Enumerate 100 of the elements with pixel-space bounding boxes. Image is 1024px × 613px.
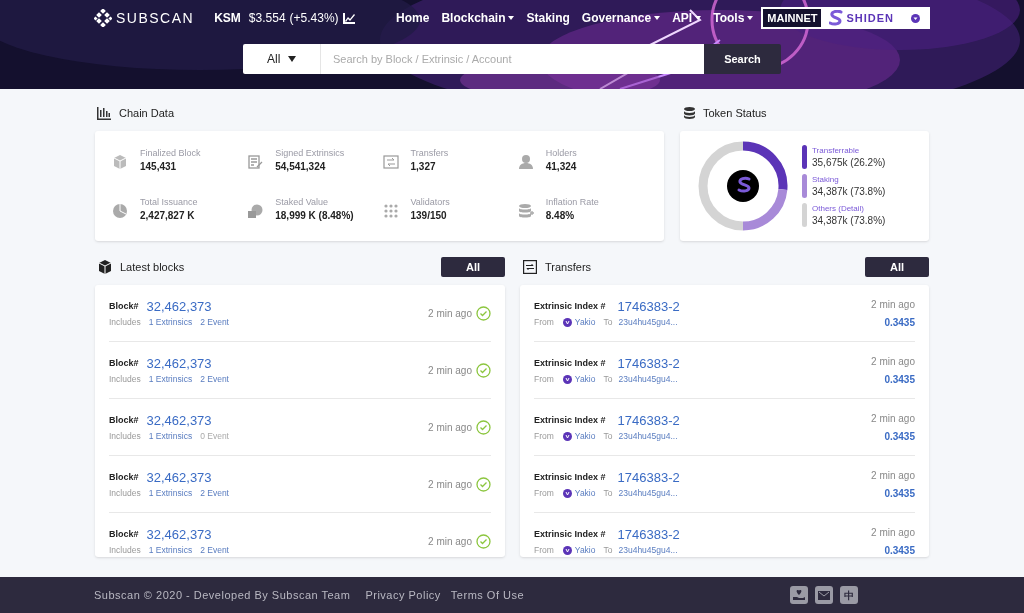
to-label: To	[603, 544, 613, 557]
nav-link[interactable]: Blockchain	[441, 9, 515, 27]
address-link[interactable]: 23u4hu45gu4...	[618, 316, 678, 330]
nav-link[interactable]: API	[672, 9, 702, 27]
mail-icon	[818, 590, 830, 600]
search-field[interactable]: Search by Block / Extrinsic / Account	[321, 44, 704, 74]
extrinsic-index-link[interactable]: 1746383-2	[617, 467, 680, 488]
block-label: Block#	[109, 470, 139, 484]
extrinsic-label: Extrinsic Index #	[534, 527, 606, 541]
price-change: (+5.43%)	[289, 10, 339, 27]
block-label: Block#	[109, 413, 139, 427]
from-label: From	[534, 373, 554, 387]
caret-icon	[695, 16, 702, 20]
includes-label: Includes	[109, 487, 141, 501]
block-number-link[interactable]: 32,462,373	[146, 524, 212, 545]
all-button[interactable]: All	[865, 257, 929, 277]
time-text: 2 min ago	[871, 297, 915, 312]
amount-text: 0.3435	[884, 315, 915, 330]
exchange-icon	[523, 260, 537, 274]
extrinsics-link[interactable]: 1 Extrinsics	[148, 316, 193, 330]
from-label: From	[534, 430, 554, 444]
includes-label: Includes	[109, 430, 141, 444]
pie-icon	[112, 203, 128, 219]
nav-link[interactable]: Home	[396, 9, 430, 27]
amount-text: 0.3435	[884, 429, 915, 444]
extrinsic-index-link[interactable]: 1746383-2	[617, 353, 680, 374]
legend-value: 34,387k (73.8%)	[812, 186, 886, 198]
block-number-link[interactable]: 32,462,373	[146, 353, 212, 374]
account-link[interactable]: Yakio	[562, 316, 596, 330]
extrinsics-link[interactable]: 1 Extrinsics	[148, 373, 193, 387]
chevron-icon	[911, 13, 920, 23]
block-label: Block#	[109, 356, 139, 370]
footer-link[interactable]: Privacy Policy	[365, 586, 441, 604]
stat-label: Transfers	[410, 147, 449, 160]
extrinsics-link[interactable]: 1 Extrinsics	[148, 544, 193, 557]
extrinsic-index-link[interactable]: 1746383-2	[617, 410, 680, 431]
check-icon	[476, 533, 491, 549]
support-button[interactable]	[790, 586, 808, 604]
from-label: From	[534, 544, 554, 557]
nav-link[interactable]: Staking	[526, 9, 570, 27]
extrinsic-label: Extrinsic Index #	[534, 299, 606, 313]
check-icon	[476, 419, 491, 435]
time-text: 2 min ago	[428, 477, 472, 492]
cube-icon	[112, 154, 128, 170]
events-link[interactable]: 2 Event	[200, 373, 229, 387]
caret-icon	[288, 56, 297, 62]
extrinsic-index-link[interactable]: 1746383-2	[617, 296, 680, 317]
stat-value: 8.48%	[545, 209, 576, 222]
extrinsic-index-link[interactable]: 1746383-2	[617, 524, 680, 545]
address-link[interactable]: 23u4hu45gu4...	[618, 430, 678, 444]
mainnet-badge: MAINNET	[763, 9, 822, 27]
caret-icon	[747, 16, 754, 20]
events-link[interactable]: 2 Event	[200, 316, 229, 330]
bar-chart-icon	[97, 106, 111, 120]
account-link[interactable]: Yakio	[562, 544, 596, 557]
account-link[interactable]: Yakio	[562, 487, 596, 501]
filter-dropdown[interactable]: All	[243, 44, 321, 74]
block-number-link[interactable]: 32,462,373	[146, 467, 212, 488]
chart-icon	[342, 12, 355, 24]
all-button[interactable]: All	[441, 257, 505, 277]
address-link[interactable]: 23u4hu45gu4...	[618, 487, 678, 501]
address-link[interactable]: 23u4hu45gu4...	[618, 373, 678, 387]
nav-link[interactable]: Governance	[581, 9, 661, 27]
block-number-link[interactable]: 32,462,373	[146, 410, 212, 431]
address-link[interactable]: 23u4hu45gu4...	[618, 544, 678, 557]
language-button[interactable]: 中	[840, 586, 858, 604]
check-icon	[476, 362, 491, 378]
document-icon	[247, 154, 264, 170]
extrinsics-link[interactable]: 1 Extrinsics	[148, 487, 193, 501]
nav-link[interactable]: Tools	[713, 9, 754, 27]
from-label: From	[534, 487, 554, 501]
database-icon	[517, 203, 534, 219]
legend-label[interactable]: Others (Detail)	[812, 203, 886, 215]
check-icon	[476, 305, 491, 321]
time-text: 2 min ago	[428, 420, 472, 435]
logo-text[interactable]: SUBSCAN	[116, 7, 195, 29]
time-text: 2 min ago	[428, 306, 472, 321]
stat-value: 139/150	[410, 209, 448, 222]
email-button[interactable]	[815, 586, 833, 604]
exchange-icon	[382, 154, 399, 170]
section-title: Latest blocks	[120, 259, 185, 275]
extrinsics-link[interactable]: 1 Extrinsics	[148, 430, 193, 444]
section-title: Token Status	[703, 105, 767, 121]
search-button[interactable]: Search	[704, 44, 781, 74]
stat-value: 2,427,827 K	[140, 209, 196, 222]
events-link[interactable]: 2 Event	[200, 544, 229, 557]
block-number-link[interactable]: 32,462,373	[146, 296, 212, 317]
stat-value: 18,999 K (8.48%)	[275, 209, 354, 222]
stat-label: Signed Extrinsics	[275, 147, 345, 160]
account-link[interactable]: Yakio	[562, 373, 596, 387]
account-link[interactable]: Yakio	[562, 430, 596, 444]
extrinsic-label: Extrinsic Index #	[534, 413, 606, 427]
time-text: 2 min ago	[871, 468, 915, 483]
network-selector[interactable]: SHIDEN	[821, 9, 928, 27]
time-text: 2 min ago	[428, 363, 472, 378]
time-text: 2 min ago	[871, 525, 915, 540]
events-link[interactable]: 2 Event	[200, 487, 229, 501]
events-text: 0 Event	[200, 430, 229, 444]
stat-label: Staked Value	[275, 196, 330, 209]
footer-link[interactable]: Terms Of Use	[450, 586, 525, 604]
